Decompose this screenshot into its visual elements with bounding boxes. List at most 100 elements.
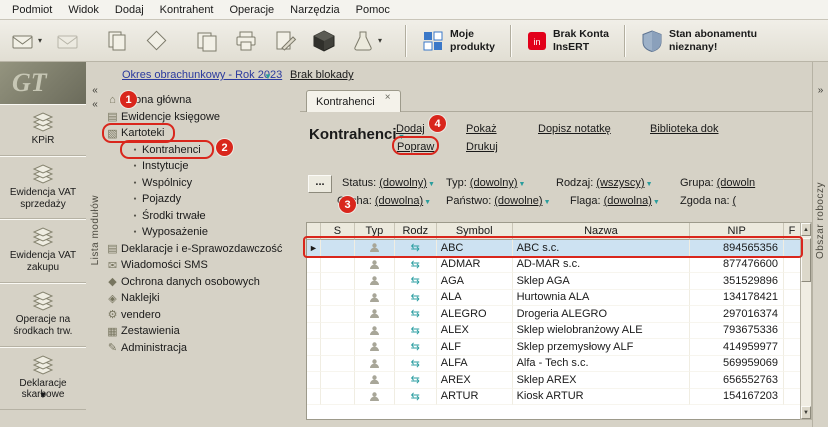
tree-item-ochrona-danych[interactable]: ◆ Ochrona danych osobowych <box>104 274 300 291</box>
filter-grupa-value[interactable]: (dowoln <box>717 177 756 189</box>
table-row[interactable]: ⇆ AREX Sklep AREX 656552763 <box>307 372 800 389</box>
table-scrollbar[interactable]: ▲ ▼ <box>800 222 812 420</box>
documents-button[interactable] <box>194 29 220 53</box>
tree-item-vendero[interactable]: ⚙ vendero <box>104 307 300 324</box>
tree-item-wyposazenie[interactable]: ● Wyposażenie <box>104 224 300 241</box>
filter-cecha-value[interactable]: (dowolna) <box>375 195 423 207</box>
table-row[interactable]: ⇆ ALEX Sklep wielobranżowy ALE 793675336 <box>307 322 800 339</box>
menu-operacje[interactable]: Operacje <box>222 4 283 16</box>
col-nazwa[interactable]: Nazwa <box>512 223 691 240</box>
menu-podmiot[interactable]: Podmiot <box>4 4 60 16</box>
moje-produkty-button[interactable]: Moje produkty <box>417 26 500 54</box>
lab-flask-button[interactable]: ▾ <box>350 29 382 53</box>
table-row[interactable]: ► ⇆ ABC ABC s.c. 894565356 <box>307 240 800 257</box>
tree-item-kontrahenci[interactable]: ● Kontrahenci <box>104 142 300 159</box>
tree-item-administracja[interactable]: ✎ Administracja <box>104 340 300 357</box>
new-document-button[interactable] <box>143 29 169 53</box>
more-modules-button[interactable]: ▼ <box>0 390 86 400</box>
tree-item-deklaracje[interactable]: ▤ Deklaracje i e-Sprawozdawczość <box>104 241 300 258</box>
menu-narzedzia[interactable]: Narzędzia <box>282 4 348 16</box>
labels-icon: ◈ <box>108 292 117 305</box>
tab-kontrahenci[interactable]: Kontrahenci × <box>306 90 401 112</box>
module-ewidencja-vat-sprzedazy[interactable]: Ewidencja VAT sprzedaży <box>0 155 86 220</box>
copy-document-button[interactable] <box>104 29 130 53</box>
tree-item-instytucje[interactable]: ● Instytucje <box>104 158 300 175</box>
lock-status-link[interactable]: Brak blokady <box>290 69 354 81</box>
filter-panstwo-value[interactable]: (dowolne) <box>494 195 542 207</box>
menu-pomoc[interactable]: Pomoc <box>348 4 398 16</box>
accounting-period-link[interactable]: Okres obrachunkowy - Rok 2023 <box>122 69 282 81</box>
action-dodaj[interactable]: Dodaj <box>396 123 425 135</box>
filter-zgoda-value[interactable]: ( <box>733 195 737 207</box>
tree-item-srodki-trwale[interactable]: ● Środki trwałe <box>104 208 300 225</box>
action-dopisz-notatke[interactable]: Dopisz notatkę <box>538 123 611 135</box>
tree-item-zestawienia[interactable]: ▦ Zestawienia <box>104 323 300 340</box>
module-ewidencja-vat-zakupu[interactable]: Ewidencja VAT zakupu <box>0 219 86 283</box>
modules-strip-label: Lista modułów <box>89 194 101 266</box>
collapse-left-icon[interactable]: « <box>86 86 104 96</box>
action-popraw[interactable]: Popraw <box>397 141 434 153</box>
table-row[interactable]: ⇆ ALEGRO Drogeria ALEGRO 297016374 <box>307 306 800 323</box>
table-row[interactable]: ⇆ ARTUR Kiosk ARTUR 154167203 <box>307 388 800 405</box>
scroll-up-button[interactable]: ▲ <box>801 223 811 236</box>
more-filters-button[interactable]: ... <box>308 175 332 193</box>
workspace-strip: » Obszar roboczy <box>812 62 828 427</box>
collapse-right-icon[interactable]: » <box>813 86 828 96</box>
col-rodz[interactable]: Rodz <box>394 223 437 240</box>
table-row[interactable]: ⇆ ALF Sklep przemysłowy ALF 414959977 <box>307 339 800 356</box>
subscription-status-button[interactable]: Stan abonamentu nieznany! <box>636 26 762 54</box>
action-drukuj[interactable]: Drukuj <box>466 141 498 153</box>
print-button[interactable] <box>233 29 259 53</box>
ledger-icon: ▤ <box>107 111 118 124</box>
table-row[interactable]: ⇆ AGA Sklep AGA 351529896 <box>307 273 800 290</box>
menu-widok[interactable]: Widok <box>60 4 107 16</box>
insert-logo-icon: in <box>527 31 546 50</box>
menu-dodaj[interactable]: Dodaj <box>107 4 152 16</box>
col-symbol[interactable]: Symbol <box>436 223 513 240</box>
module-operacje-srodki-trwale[interactable]: Operacje na środkach trw. <box>0 282 86 347</box>
col-s[interactable]: S <box>320 223 355 240</box>
row-selected-arrow-icon: ► <box>309 242 318 253</box>
contact-icon <box>369 326 379 335</box>
tree-item-wiadomosci-sms[interactable]: ✉ Wiadomości SMS <box>104 257 300 274</box>
action-biblioteka[interactable]: Biblioteka dok <box>650 123 719 135</box>
module-deklaracje-skarbowe[interactable]: Deklaracje skarbowe <box>0 346 86 411</box>
table-row[interactable]: ⇆ ALA Hurtownia ALA 134178421 <box>307 289 800 306</box>
bullet-icon: ● <box>133 212 137 219</box>
scroll-down-button[interactable]: ▼ <box>801 406 811 419</box>
tab-close-icon[interactable]: × <box>385 92 391 103</box>
table-header: S Typ Rodz Symbol Nazwa NIP F <box>307 223 801 240</box>
filter-status-value[interactable]: (dowolny) <box>379 177 427 189</box>
send-mail-button[interactable]: ▾ <box>10 29 42 53</box>
menu-bar: Podmiot Widok Dodaj Kontrahent Operacje … <box>0 0 828 20</box>
filter-rodzaj-value[interactable]: (wszyscy) <box>596 177 644 189</box>
mail-button[interactable] <box>55 29 81 53</box>
edit-document-button[interactable] <box>272 29 298 53</box>
col-selector[interactable] <box>307 223 321 240</box>
two-way-arrow-icon: ⇆ <box>410 308 420 321</box>
col-f[interactable]: F <box>784 223 801 240</box>
contact-icon <box>369 392 379 401</box>
filter-typ-value[interactable]: (dowolny) <box>470 177 518 189</box>
chevron-down-icon: ▼ <box>427 181 435 188</box>
tree-item-pojazdy[interactable]: ● Pojazdy <box>104 191 300 208</box>
tree-item-wspolnicy[interactable]: ● Wspólnicy <box>104 175 300 192</box>
menu-kontrahent[interactable]: Kontrahent <box>152 4 222 16</box>
tree-item-naklejki[interactable]: ◈ Naklejki <box>104 290 300 307</box>
filter-flaga-value[interactable]: (dowolna) <box>604 195 652 207</box>
insert-account-button[interactable]: in Brak Konta InsERT <box>522 26 614 54</box>
tree-item-kartoteki[interactable]: ▧ Kartoteki <box>104 125 300 142</box>
scroll-thumb[interactable] <box>801 238 811 282</box>
table-row[interactable]: ⇆ ADMAR AD-MAR s.c. 877476600 <box>307 256 800 273</box>
package-button[interactable] <box>311 29 337 53</box>
filter-rodzaj: Rodzaj: (wszyscy)▼ <box>556 177 653 189</box>
table-row[interactable]: ⇆ ALFA Alfa - Tech s.c. 569959069 <box>307 355 800 372</box>
collapse-left-icon[interactable]: « <box>86 100 104 110</box>
ledger-stack-icon <box>32 227 54 247</box>
col-typ[interactable]: Typ <box>354 223 395 240</box>
chevron-down-icon: ▼ <box>652 199 660 206</box>
tree-item-ewidencje-ksiegowe[interactable]: ▤ Ewidencje księgowe <box>104 109 300 126</box>
action-pokaz[interactable]: Pokaż <box>466 123 497 135</box>
module-kpir[interactable]: KPiR <box>0 104 86 156</box>
col-nip[interactable]: NIP <box>690 223 785 240</box>
